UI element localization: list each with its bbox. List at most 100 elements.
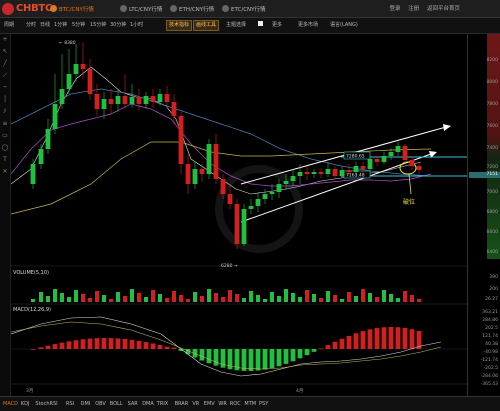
rect-tool-icon[interactable]: ▭ xyxy=(0,130,10,142)
login-link[interactable]: 登录 xyxy=(389,6,400,12)
macd-bar xyxy=(388,327,394,349)
brand-logo[interactable]: CHBTC xyxy=(2,2,52,15)
macd-bar xyxy=(283,349,289,364)
candle-body xyxy=(374,159,380,162)
indicator-tab-stochrsi[interactable]: StochRSI xyxy=(35,401,57,407)
text-tool-icon[interactable]: T xyxy=(0,154,10,166)
volume-bar xyxy=(319,298,323,302)
volume-bar xyxy=(186,299,190,302)
tech-indicator-button[interactable]: 技术指标 xyxy=(166,20,193,31)
trash-tool-icon[interactable]: ✕ xyxy=(0,166,10,178)
market-tab-etc[interactable]: ETC/CNY行情 xyxy=(222,3,266,14)
candle-body xyxy=(255,199,261,206)
period-5m[interactable]: 5分钟 xyxy=(70,21,87,30)
volume-bar xyxy=(410,295,414,302)
channel-tool-icon[interactable]: ⫽ xyxy=(0,106,10,118)
macd-bar xyxy=(129,339,135,349)
indicator-tab-rsi[interactable]: RSI xyxy=(66,401,74,407)
market-tab-ltc[interactable]: LTC/CNY行情 xyxy=(120,3,162,14)
indicator-tab-emv[interactable]: EMV xyxy=(204,401,215,407)
macd-bar xyxy=(199,349,205,361)
home-link[interactable]: 返回平台首页 xyxy=(427,6,460,12)
chart-canvas[interactable]: ← 8380 6280 → 7280.65 7163.48 破位 VOLUME(… xyxy=(11,34,467,396)
indicator-tab-sar[interactable]: SAR xyxy=(128,401,138,407)
macd-bar xyxy=(143,342,149,349)
indicator-tab-dmi[interactable]: DMI xyxy=(81,401,91,407)
volume-bar xyxy=(88,298,92,302)
period-1m[interactable]: 1分钟 xyxy=(52,21,69,30)
volume-bar xyxy=(242,298,246,302)
indicator-tab-psy[interactable]: PSY xyxy=(259,401,268,407)
macd-bar xyxy=(311,349,317,352)
indicator-tab-boll[interactable]: BOLL xyxy=(110,401,123,407)
indicator-tab-vr[interactable]: VR xyxy=(192,401,199,407)
candle-body xyxy=(213,144,219,179)
candle-body xyxy=(318,172,324,174)
volume-bar xyxy=(95,291,99,302)
etc-coin-icon xyxy=(222,5,229,12)
chart-toolbar: 周期 分时 日线 1分钟 5分钟 15分钟 30分钟 1小时 技术指标 画线工具… xyxy=(0,18,500,34)
macd-bar xyxy=(374,328,380,349)
vline-tool-icon[interactable]: │ xyxy=(0,94,10,106)
period-1h[interactable]: 1小时 xyxy=(128,21,145,30)
candle-body xyxy=(199,169,205,174)
candle-body xyxy=(136,97,142,104)
indicator-tab-trix[interactable]: TRIX xyxy=(157,401,168,407)
period-fenshi[interactable]: 分时 xyxy=(24,21,38,30)
vol-y-label: 390 xyxy=(489,275,498,280)
hline-tool-icon[interactable]: ─ xyxy=(0,82,10,94)
macd-bar xyxy=(402,327,408,349)
macd-bar xyxy=(66,341,72,349)
macd-bar xyxy=(80,339,86,349)
ray-tool-icon[interactable]: ⟋ xyxy=(0,70,10,82)
volume-bar xyxy=(291,293,295,302)
fib-tool-icon[interactable]: ≡ xyxy=(0,118,10,130)
period-30m[interactable]: 30分钟 xyxy=(108,21,128,30)
more-dropdown[interactable]: 更多 xyxy=(270,21,284,30)
market-tab-eth[interactable]: ETH/CNY行情 xyxy=(170,3,214,14)
indicator-tab-mtm[interactable]: MTM xyxy=(244,401,256,407)
macd-y-label: 363.21 xyxy=(482,310,498,315)
language-dropdown[interactable]: 语言(LANG) xyxy=(328,21,360,30)
candle-body xyxy=(115,96,121,104)
theme-swatch-icon[interactable] xyxy=(256,21,265,30)
indicator-tab-macd[interactable]: MACD xyxy=(3,401,18,407)
market-tab-btc[interactable]: BTC/CNY行情 xyxy=(50,3,94,14)
macd-bar xyxy=(325,345,331,349)
more-market-dropdown[interactable]: 更多市场 xyxy=(296,21,320,30)
candle-body xyxy=(185,164,191,184)
volume-bar xyxy=(284,289,288,302)
volume-bar xyxy=(221,297,225,302)
theme-select[interactable]: 主题选择 xyxy=(224,21,248,30)
ellipse-tool-icon[interactable]: ◯ xyxy=(0,142,10,154)
period-15m[interactable]: 15分钟 xyxy=(88,21,108,30)
macd-bar xyxy=(381,327,387,349)
macd-bar xyxy=(192,349,198,358)
upper-price-text: 7280.65 xyxy=(346,154,365,160)
macd-y-label: -202.5 xyxy=(483,366,498,371)
arrow-tool-icon[interactable]: ↖ xyxy=(0,46,10,58)
indicator-tab-obv[interactable]: OBV xyxy=(95,401,106,407)
volume-bar xyxy=(263,299,267,302)
crosshair-tool-icon[interactable]: + xyxy=(0,34,10,46)
draw-tools-button[interactable]: 画线工具 xyxy=(193,20,220,31)
indicator-tab-brar[interactable]: BRAR xyxy=(175,401,189,407)
line-tool-icon[interactable]: ╱ xyxy=(0,58,10,70)
macd-bar xyxy=(73,340,79,349)
macd-y-label: 121.74 xyxy=(482,334,498,339)
candle-body xyxy=(45,129,51,149)
ltc-coin-icon xyxy=(120,5,127,12)
vol-y-label: 200 xyxy=(489,287,498,292)
volume-bar xyxy=(74,290,78,302)
period-daily[interactable]: 日线 xyxy=(38,21,52,30)
y-label: 6800 xyxy=(486,210,498,215)
register-link[interactable]: 注册 xyxy=(408,6,419,12)
indicator-tab-roc[interactable]: ROC xyxy=(230,401,241,407)
indicator-tab-wr[interactable]: WR xyxy=(218,401,226,407)
volume-bar xyxy=(326,291,330,302)
indicator-tab-dma[interactable]: DMA xyxy=(142,401,154,407)
volume-bar xyxy=(214,293,218,302)
macd-bar xyxy=(318,348,324,350)
price-axis: 8200 8000 7800 7600 7400 7200 7151 7000 … xyxy=(467,34,500,396)
indicator-tab-kdj[interactable]: KDJ xyxy=(21,401,30,407)
